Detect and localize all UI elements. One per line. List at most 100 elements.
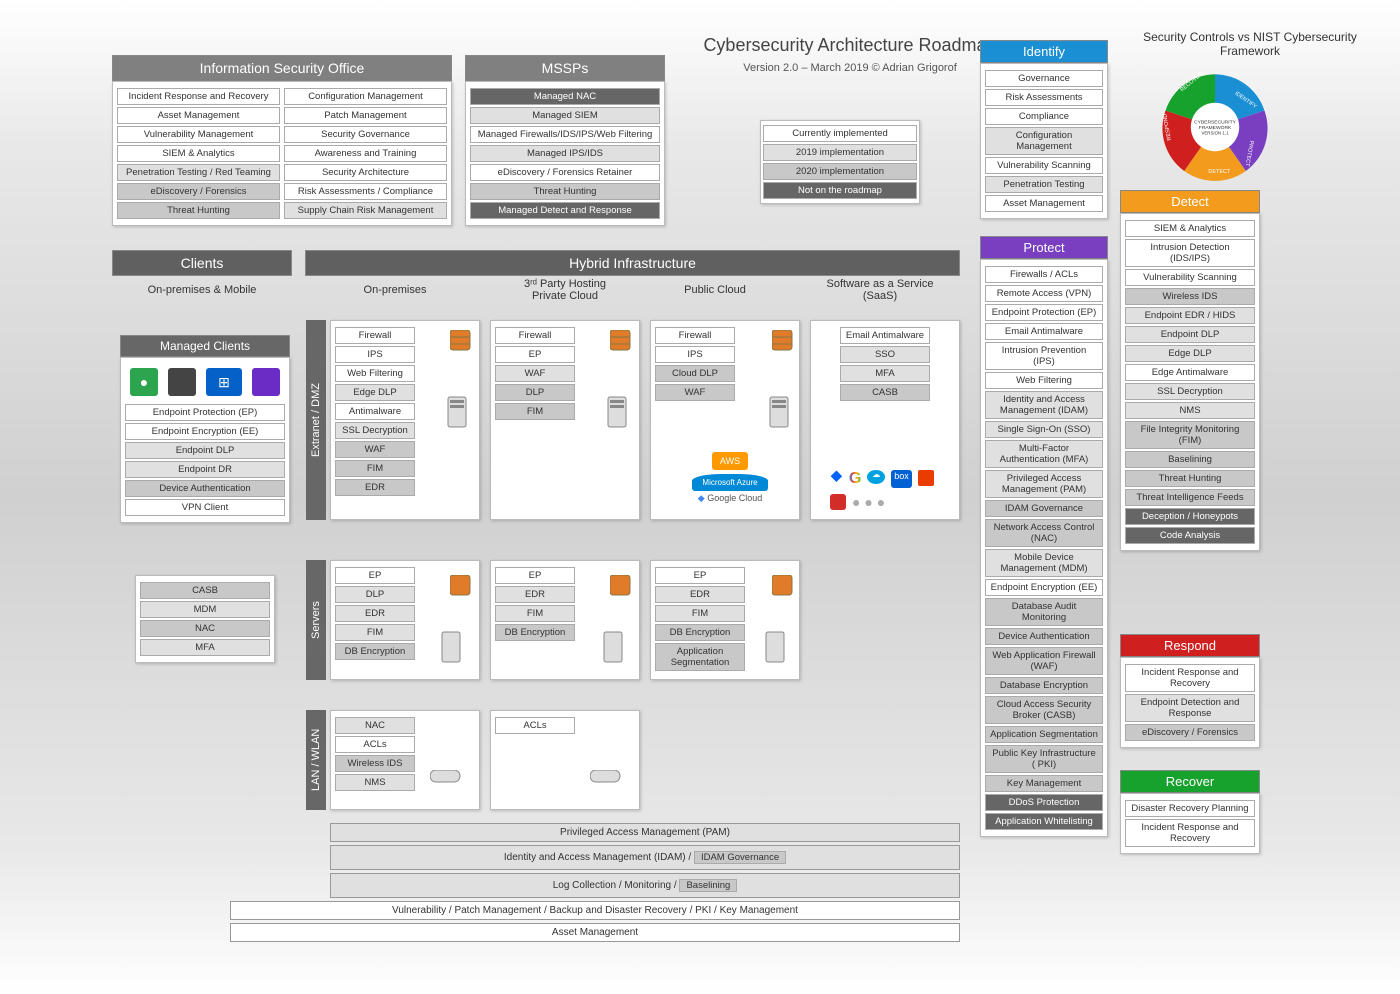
legend-2020: 2020 implementation [763,163,917,180]
item: Edge DLP [1125,345,1255,362]
item: Web Application Firewall (WAF) [985,647,1103,675]
managed-clients: Managed Clients ● ⊞ Endpoint Protection … [120,335,290,523]
switch-icon [590,770,624,788]
azure-icon: Microsoft Azure [692,474,767,491]
item: Endpoint Encryption (EE) [985,579,1103,596]
item: Incident Response and Recovery [117,88,280,105]
respond-header: Respond [1120,634,1260,657]
item: IPS [335,346,415,363]
item: eDiscovery / Forensics [1125,724,1255,741]
svg-text:DETECT: DETECT [1208,169,1231,175]
item: DB Encryption [495,624,575,641]
item: EP [655,567,745,584]
bar-idam-gov: IDAM Governance [694,851,786,864]
lan-onprem: NACACLsWireless IDSNMS [330,710,480,810]
bar-baselining: Baselining [679,879,737,892]
bar-vuln: Vulnerability / Patch Management / Backu… [230,901,960,920]
item: Endpoint Detection and Response [1125,694,1255,722]
item: Managed NAC [470,88,660,105]
iso-panel: Information Security Office Incident Res… [112,55,452,226]
nist-detect: Detect SIEM & AnalyticsIntrusion Detecti… [1120,190,1260,551]
item: DB Encryption [335,643,415,660]
item: eDiscovery / Forensics [117,183,280,200]
item: Security Architecture [284,164,447,181]
item: Patch Management [284,107,447,124]
managed-clients-header: Managed Clients [120,335,290,357]
server-icon [766,395,794,431]
version-text: Version 2.0 – March 2019 © Adrian Grigor… [700,62,1000,74]
legend-none: Not on the roadmap [763,182,917,199]
item: FIM [495,605,575,622]
item: EP [495,567,575,584]
firewall-icon [772,575,796,599]
switch-icon [430,770,464,788]
item: EDR [495,586,575,603]
item: Intrusion Prevention (IPS) [985,342,1103,370]
item: Incident Response and Recovery [1125,819,1255,847]
tier-lan: LAN / WLAN [306,710,326,810]
svg-text:VERSION 1.1: VERSION 1.1 [1201,131,1229,136]
os-row: ● ⊞ [125,362,285,402]
bar-asset: Asset Management [230,923,960,942]
item: Threat Hunting [470,183,660,200]
item: Threat Intelligence Feeds [1125,489,1255,506]
item: Compliance [985,108,1103,125]
item: Configuration Management [284,88,447,105]
clients-sub: On-premises & Mobile [112,284,292,296]
item: Asset Management [117,107,280,124]
item: ACLs [495,717,575,734]
dropbox-icon: ⯁ [830,470,843,488]
item: Endpoint Protection (EP) [985,304,1103,321]
server-icon [438,630,466,666]
item: Threat Hunting [1125,470,1255,487]
gcp-icon: Google Cloud [707,493,762,503]
google-icon: G [849,470,861,488]
item: Wireless IDS [335,755,415,772]
item: Incident Response and Recovery [1125,664,1255,692]
firewall-icon [610,330,634,354]
item: Device Authentication [985,628,1103,645]
office-icon [918,470,934,486]
item: Firewall [655,327,735,344]
item: Database Encryption [985,677,1103,694]
firewall-icon [772,330,796,354]
nist-title: Security Controls vs NIST Cybersecurity … [1115,30,1385,58]
item: Cloud DLP [655,365,735,382]
server-icon [444,395,472,431]
nist-respond: Respond Incident Response and RecoveryEn… [1120,634,1260,748]
item: File Integrity Monitoring (FIM) [1125,421,1255,449]
item: Application Segmentation [655,643,745,671]
clients-header: Clients [112,250,292,276]
item: Endpoint Encryption (EE) [125,423,285,440]
col-onprem: On-premises [330,284,460,296]
item: Penetration Testing / Red Teaming [117,164,280,181]
item: FIM [335,624,415,641]
salesforce-icon: ☁ [867,470,885,484]
item: Key Management [985,775,1103,792]
nist-ring: CYBERSECURITY FRAMEWORK VERSION 1.1 IDEN… [1160,72,1270,185]
item: Asset Management [985,195,1103,212]
windows-icon: ⊞ [206,368,242,396]
item: EP [495,346,575,363]
item: Penetration Testing [985,176,1103,193]
saas-icon-2 [830,494,846,510]
bar-idam: Identity and Access Management (IDAM) / … [330,845,960,870]
item: Governance [985,70,1103,87]
cloud-logos: AWS Microsoft Azure ◆ Google Cloud [660,450,800,504]
col-public: Public Cloud [650,284,780,296]
item: DLP [335,586,415,603]
item: Baselining [1125,451,1255,468]
item: Single Sign-On (SSO) [985,421,1103,438]
tier-srv: Servers [306,560,326,680]
item: WAF [655,384,735,401]
saas-logos: ⯁ G ☁ box ● ● ● [830,470,950,510]
detect-header: Detect [1120,190,1260,213]
android-icon: ● [130,368,158,396]
item: EDR [655,586,745,603]
item: Application Whitelisting [985,813,1103,830]
client-extra: CASBMDMNACMFA [135,575,275,663]
item: Disaster Recovery Planning [1125,800,1255,817]
item: WAF [335,441,415,458]
col-saas: Software as a Service (SaaS) [800,278,960,302]
tier-dmz: Extranet / DMZ [306,320,326,520]
